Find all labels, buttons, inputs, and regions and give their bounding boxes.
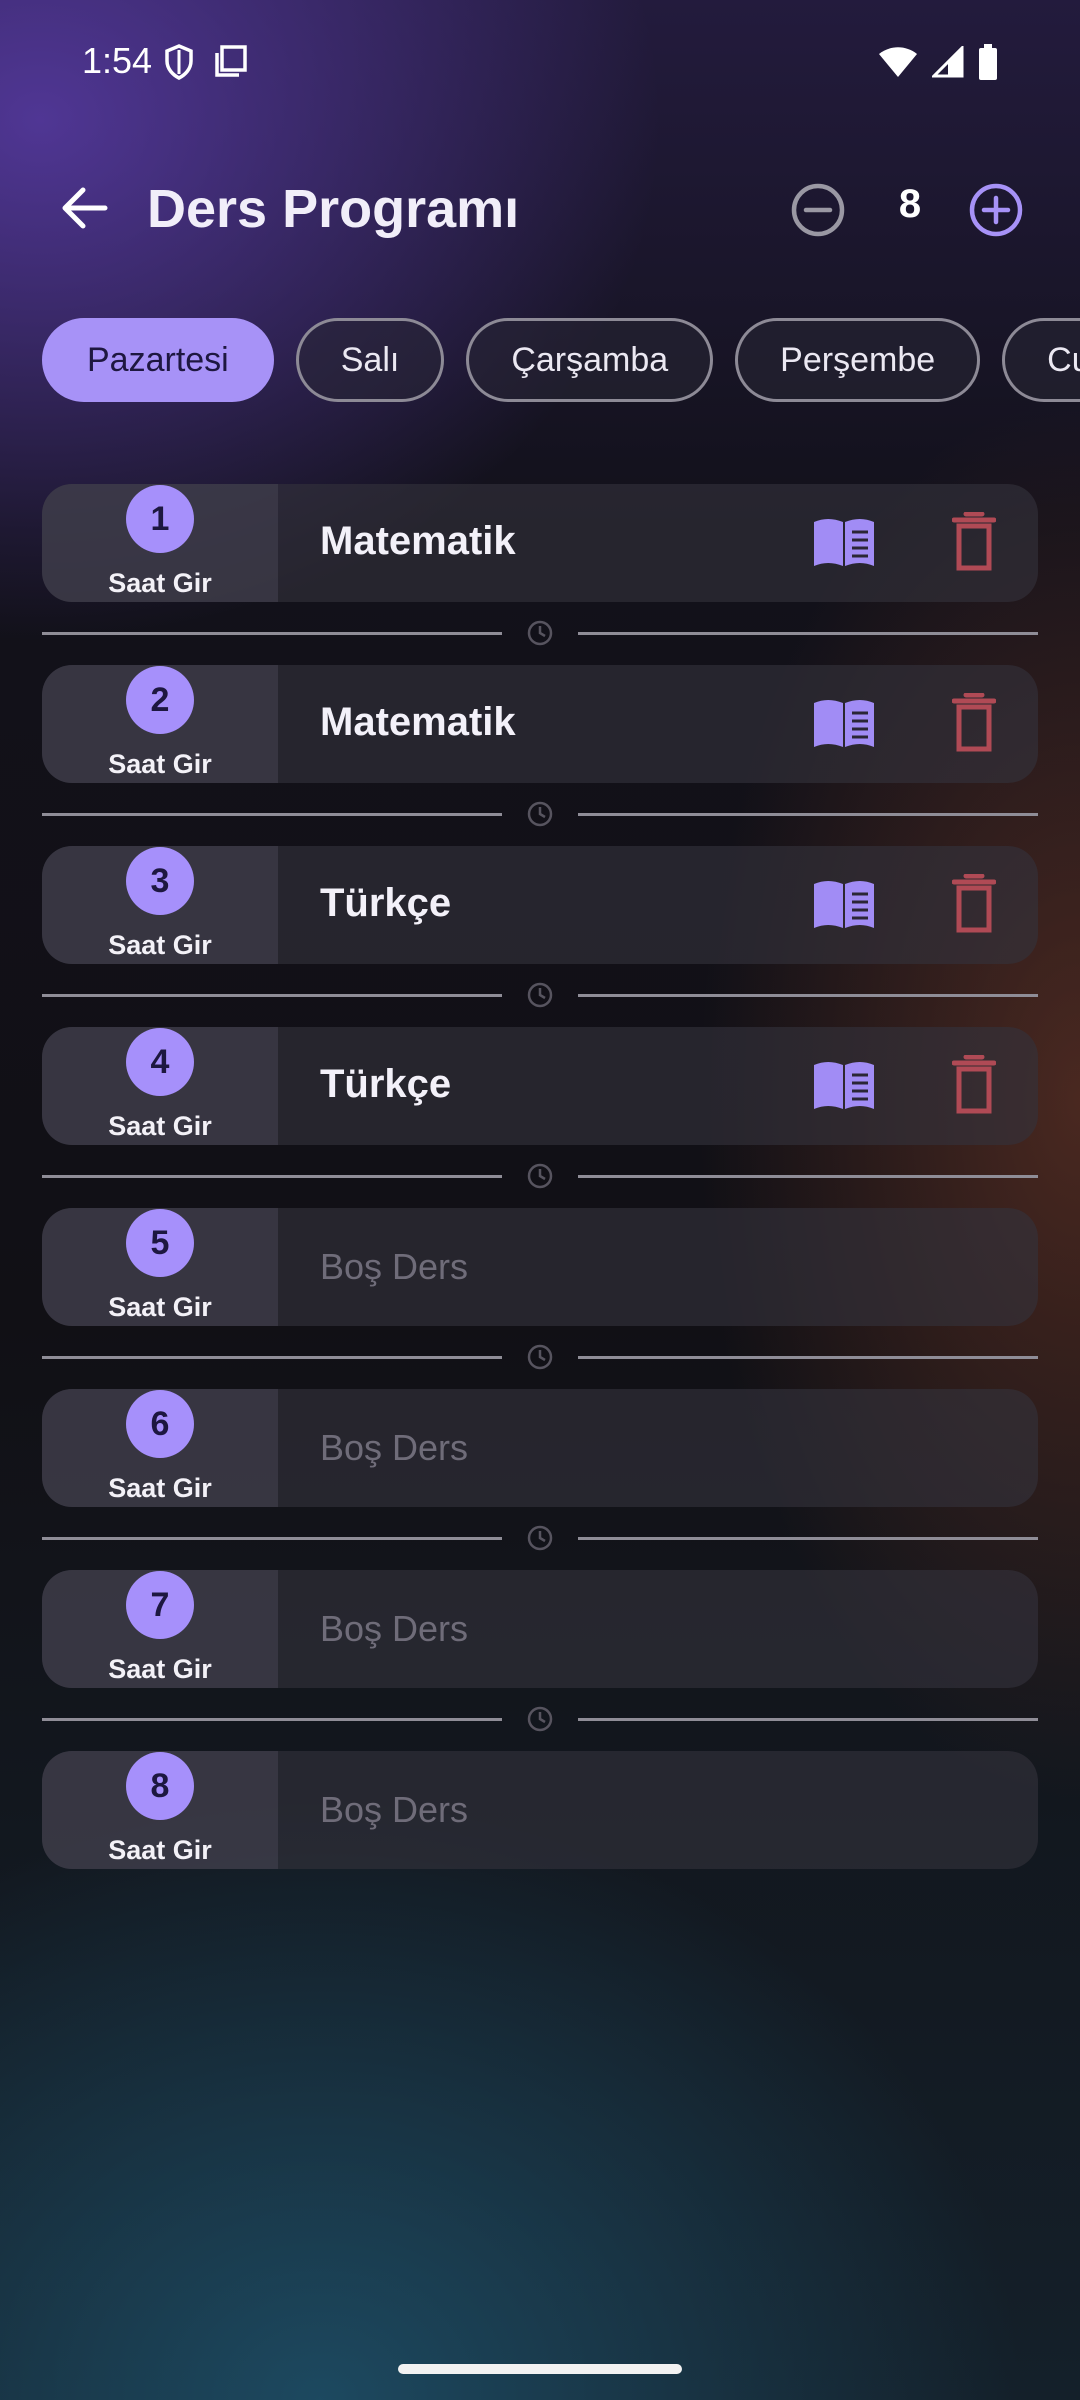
book-icon	[812, 1062, 876, 1117]
lesson-name-placeholder[interactable]: Boş Ders	[320, 1427, 468, 1469]
clock-icon	[526, 800, 554, 828]
clock-icon	[526, 1162, 554, 1190]
trash-icon	[951, 1054, 997, 1119]
back-button[interactable]	[50, 180, 120, 240]
lesson-number: 5	[126, 1209, 194, 1277]
decrease-count-button[interactable]	[790, 182, 846, 238]
lesson-row: 2 Saat Gir Matematik	[42, 665, 1038, 783]
lesson-name[interactable]: Türkçe	[320, 881, 451, 926]
open-lesson-button[interactable]	[812, 878, 876, 932]
lesson-row: 5 Saat Gir Boş Ders	[42, 1208, 1038, 1326]
lesson-name[interactable]: Matematik	[320, 519, 516, 564]
lesson-number: 1	[126, 485, 194, 553]
clock-icon	[526, 981, 554, 1009]
time-entry-button[interactable]: 4 Saat Gir	[42, 1027, 278, 1145]
lesson-number: 2	[126, 666, 194, 734]
time-entry-label: Saat Gir	[108, 568, 212, 598]
clock-icon	[526, 619, 554, 647]
tab-carsamba[interactable]: Çarşamba	[466, 318, 714, 402]
trash-icon	[951, 511, 997, 576]
time-entry-button[interactable]: 7 Saat Gir	[42, 1570, 278, 1688]
delete-lesson-button[interactable]	[951, 692, 997, 753]
book-icon	[812, 519, 876, 574]
plus-circle-icon	[968, 183, 1024, 242]
book-icon	[812, 881, 876, 936]
page-title: Ders Programı	[147, 179, 520, 239]
delete-lesson-button[interactable]	[951, 511, 997, 572]
lesson-row: 4 Saat Gir Türkçe	[42, 1027, 1038, 1145]
time-entry-label: Saat Gir	[108, 749, 212, 779]
time-entry-button[interactable]: 3 Saat Gir	[42, 846, 278, 964]
time-entry-button[interactable]: 5 Saat Gir	[42, 1208, 278, 1326]
time-entry-label: Saat Gir	[108, 1111, 212, 1141]
open-lesson-button[interactable]	[812, 516, 876, 570]
book-icon	[812, 700, 876, 755]
time-entry-label: Saat Gir	[108, 930, 212, 960]
time-entry-label: Saat Gir	[108, 1473, 212, 1503]
arrow-left-icon	[61, 186, 109, 235]
delete-lesson-button[interactable]	[951, 1054, 997, 1115]
time-entry-button[interactable]: 8 Saat Gir	[42, 1751, 278, 1869]
lesson-number: 3	[126, 847, 194, 915]
shield-icon	[164, 44, 194, 85]
row-separator	[42, 783, 1038, 846]
wifi-icon	[878, 46, 918, 83]
lesson-name-placeholder[interactable]: Boş Ders	[320, 1608, 468, 1650]
lesson-number: 8	[126, 1752, 194, 1820]
time-entry-label: Saat Gir	[108, 1292, 212, 1322]
tab-cuma[interactable]: Cuma	[1002, 318, 1080, 402]
row-separator	[42, 1688, 1038, 1751]
lesson-name[interactable]: Matematik	[320, 700, 516, 745]
lesson-row: 3 Saat Gir Türkçe	[42, 846, 1038, 964]
minus-circle-icon	[790, 183, 846, 242]
lesson-name-placeholder[interactable]: Boş Ders	[320, 1789, 468, 1831]
lesson-row: 1 Saat Gir Matematik	[42, 484, 1038, 602]
row-separator	[42, 1507, 1038, 1570]
lesson-count: 8	[898, 182, 922, 226]
lesson-number: 6	[126, 1390, 194, 1458]
app-header: Ders Programı 8	[0, 160, 1080, 260]
row-separator	[42, 1326, 1038, 1389]
open-lesson-button[interactable]	[812, 697, 876, 751]
delete-lesson-button[interactable]	[951, 873, 997, 934]
tab-pazartesi[interactable]: Pazartesi	[42, 318, 274, 402]
home-indicator[interactable]	[398, 2364, 682, 2374]
clock-icon	[526, 1524, 554, 1552]
time-entry-label: Saat Gir	[108, 1835, 212, 1865]
open-lesson-button[interactable]	[812, 1059, 876, 1113]
row-separator	[42, 964, 1038, 1027]
lesson-row: 7 Saat Gir Boş Ders	[42, 1570, 1038, 1688]
increase-count-button[interactable]	[968, 182, 1024, 238]
day-tabs: Pazartesi Salı Çarşamba Perşembe Cuma	[42, 318, 1080, 402]
lesson-name-placeholder[interactable]: Boş Ders	[320, 1246, 468, 1288]
tab-persembe[interactable]: Perşembe	[735, 318, 981, 402]
screen-icon	[214, 44, 248, 85]
lesson-number: 7	[126, 1571, 194, 1639]
status-bar: 1:54	[0, 0, 1080, 128]
row-separator	[42, 602, 1038, 665]
lesson-name[interactable]: Türkçe	[320, 1062, 451, 1107]
lesson-row: 6 Saat Gir Boş Ders	[42, 1389, 1038, 1507]
clock-icon	[526, 1343, 554, 1371]
trash-icon	[951, 692, 997, 757]
time-entry-button[interactable]: 2 Saat Gir	[42, 665, 278, 783]
lesson-number: 4	[126, 1028, 194, 1096]
row-separator	[42, 1145, 1038, 1208]
time-entry-button[interactable]: 6 Saat Gir	[42, 1389, 278, 1507]
trash-icon	[951, 873, 997, 938]
signal-icon	[930, 44, 964, 83]
status-time: 1:54	[82, 40, 153, 81]
time-entry-button[interactable]: 1 Saat Gir	[42, 484, 278, 602]
clock-icon	[526, 1705, 554, 1733]
time-entry-label: Saat Gir	[108, 1654, 212, 1684]
tab-sali[interactable]: Salı	[295, 318, 445, 402]
battery-icon	[978, 44, 998, 85]
lesson-list: 1 Saat Gir Matematik 2 Saat Gir Matemati…	[42, 484, 1038, 1869]
lesson-row: 8 Saat Gir Boş Ders	[42, 1751, 1038, 1869]
